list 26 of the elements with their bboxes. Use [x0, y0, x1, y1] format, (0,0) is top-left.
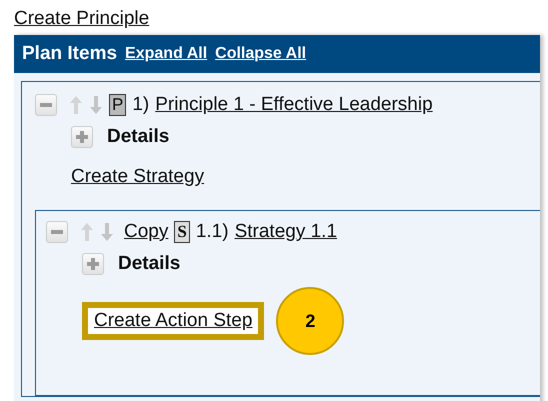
- up-arrow-icon[interactable]: [69, 95, 83, 115]
- details-label: Details: [118, 253, 180, 275]
- plus-icon: [86, 257, 100, 271]
- principle-link[interactable]: Principle 1 - Effective Leadership: [155, 94, 433, 116]
- header-link[interactable]: Collapse All: [215, 45, 306, 63]
- panel-title: Plan Items: [22, 43, 118, 65]
- strategy-badge: S: [174, 221, 190, 243]
- create-strategy-link[interactable]: Create Strategy: [71, 166, 204, 187]
- plus-icon: [75, 130, 89, 144]
- create-action-step-link[interactable]: Create Action Step: [82, 302, 264, 340]
- down-arrow-icon[interactable]: [100, 222, 114, 242]
- down-arrow-icon[interactable]: [89, 95, 103, 115]
- copy-link[interactable]: Copy: [124, 221, 168, 243]
- up-arrow-icon[interactable]: [80, 222, 94, 242]
- expand-button[interactable]: [71, 126, 93, 148]
- principle-badge: P: [109, 94, 126, 116]
- expand-button[interactable]: [82, 253, 104, 275]
- item-number: 1): [132, 94, 150, 116]
- callout-number: 2: [276, 287, 344, 355]
- create-principle-link[interactable]: Create Principle: [14, 8, 150, 29]
- collapse-button[interactable]: [46, 221, 68, 243]
- details-label: Details: [107, 126, 170, 148]
- item-number: 1.1): [196, 221, 229, 243]
- collapse-button[interactable]: [35, 94, 57, 116]
- header-link[interactable]: Expand All: [125, 45, 208, 63]
- strategy-link[interactable]: Strategy 1.1: [234, 221, 338, 243]
